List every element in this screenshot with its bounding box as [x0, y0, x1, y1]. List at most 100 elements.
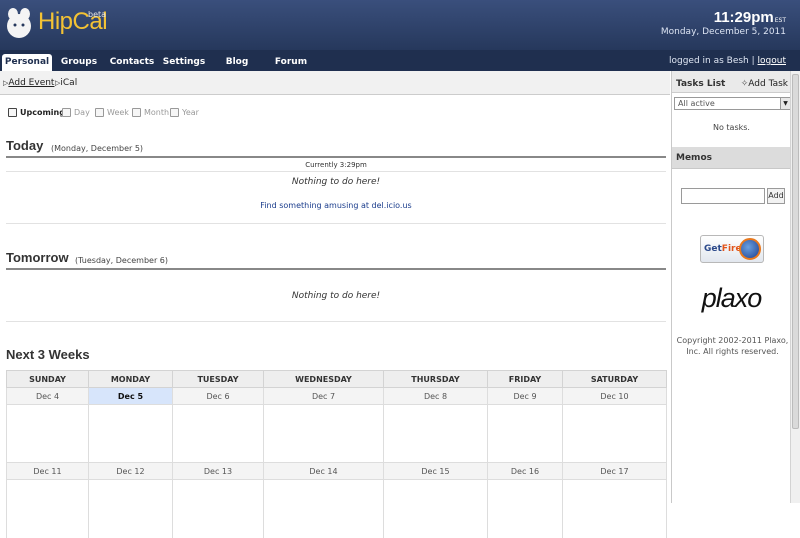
- tasks-header: Tasks List ✧Add Task: [672, 71, 791, 93]
- day-events-cell[interactable]: [487, 479, 563, 538]
- tab-settings[interactable]: Settings: [162, 54, 206, 71]
- get-firefox-badge[interactable]: GetFirefox: [700, 235, 764, 263]
- calendar-grid: SUNDAY MONDAY TUESDAY WEDNESDAY THURSDAY…: [6, 370, 667, 538]
- tab-blog[interactable]: Blog: [222, 54, 252, 71]
- date-cell[interactable]: Dec 6: [172, 387, 264, 405]
- date-cell[interactable]: Dec 10: [562, 387, 667, 405]
- tab-groups[interactable]: Groups: [56, 54, 102, 71]
- view-upcoming-label: Upcoming: [20, 108, 65, 117]
- divider: [6, 321, 666, 322]
- day-events-cell[interactable]: [263, 479, 384, 538]
- week-date-row: Dec 11 Dec 12 Dec 13 Dec 14 Dec 15 Dec 1…: [6, 462, 667, 480]
- add-task-label: Add Task: [748, 79, 788, 89]
- day-events-cell[interactable]: [562, 404, 667, 463]
- task-filter-value: All active: [678, 99, 715, 108]
- tomorrow-title: Tomorrow: [6, 250, 69, 265]
- week-events-row: [6, 404, 667, 463]
- clock: 11:29pmEST Monday, December 5, 2011: [661, 9, 786, 37]
- main-nav: Personal Groups Contacts Settings Blog F…: [0, 50, 800, 71]
- date-cell[interactable]: Dec 12: [88, 462, 173, 480]
- weekday-header: SATURDAY: [562, 370, 667, 388]
- tab-forum[interactable]: Forum: [272, 54, 310, 71]
- tomorrow-date: (Tuesday, December 6): [75, 256, 168, 265]
- plaxo-logo[interactable]: plaxo: [672, 283, 791, 314]
- action-toolbar: ▷Add Event ▷iCal: [0, 71, 670, 95]
- day-events-cell[interactable]: [562, 479, 667, 538]
- day-events-cell[interactable]: [172, 404, 264, 463]
- clock-time: 11:29pm: [713, 9, 774, 26]
- year-icon: [170, 108, 179, 117]
- date-cell[interactable]: Dec 17: [562, 462, 667, 480]
- date-cell-today[interactable]: Dec 5: [88, 387, 173, 405]
- tab-personal[interactable]: Personal: [2, 54, 52, 71]
- date-cell[interactable]: Dec 11: [6, 462, 89, 480]
- day-events-cell[interactable]: [88, 404, 173, 463]
- current-time: Currently 3:29pm: [305, 161, 367, 169]
- date-cell[interactable]: Dec 16: [487, 462, 563, 480]
- hipcal-logo-icon: [7, 8, 31, 38]
- firefox-badge-get: Get: [704, 244, 722, 254]
- weekday-header: FRIDAY: [487, 370, 563, 388]
- date-cell[interactable]: Dec 8: [383, 387, 488, 405]
- day-events-cell[interactable]: [172, 479, 264, 538]
- today-empty-message: Nothing to do here!: [291, 177, 381, 187]
- day-events-cell[interactable]: [487, 404, 563, 463]
- view-upcoming[interactable]: Upcoming: [8, 108, 65, 117]
- view-day-label: Day: [74, 108, 90, 117]
- login-text: logged in as Besh |: [668, 56, 755, 66]
- view-week-label: Week: [107, 108, 129, 117]
- delicious-link[interactable]: Find something amusing at del.icio.us: [260, 201, 411, 210]
- sidebar: Tasks List ✧Add Task All active ▼ No tas…: [671, 71, 791, 503]
- view-month[interactable]: Month: [132, 108, 169, 117]
- scrollbar-thumb[interactable]: [792, 74, 799, 429]
- add-event-link[interactable]: ▷Add Event: [3, 78, 54, 88]
- week-events-row: [6, 479, 667, 538]
- today-date: (Monday, December 5): [51, 144, 144, 153]
- date-cell[interactable]: Dec 7: [263, 387, 384, 405]
- memo-input[interactable]: [681, 188, 765, 204]
- task-filter-select[interactable]: All active ▼: [674, 97, 791, 110]
- upcoming-icon: [8, 108, 17, 117]
- day-events-cell[interactable]: [6, 404, 89, 463]
- memo-add-button[interactable]: Add: [767, 188, 785, 204]
- date-cell[interactable]: Dec 13: [172, 462, 264, 480]
- date-cell[interactable]: Dec 15: [383, 462, 488, 480]
- date-cell[interactable]: Dec 9: [487, 387, 563, 405]
- beta-badge: beta: [88, 10, 107, 19]
- day-events-cell[interactable]: [383, 479, 488, 538]
- weekday-header: THURSDAY: [383, 370, 488, 388]
- day-events-cell[interactable]: [263, 404, 384, 463]
- week-icon: [95, 108, 104, 117]
- day-events-cell[interactable]: [383, 404, 488, 463]
- memos-title: Memos: [676, 153, 712, 163]
- date-cell[interactable]: Dec 14: [263, 462, 384, 480]
- day-icon: [62, 108, 71, 117]
- weekday-header: SUNDAY: [6, 370, 89, 388]
- view-month-label: Month: [144, 108, 170, 117]
- login-status: logged in as Besh | logout: [669, 56, 786, 66]
- memos-header: Memos: [672, 147, 791, 169]
- tab-contacts[interactable]: Contacts: [108, 54, 156, 71]
- tasks-title: Tasks List: [676, 79, 726, 89]
- view-day[interactable]: Day: [62, 108, 90, 117]
- day-events-cell[interactable]: [6, 479, 89, 538]
- weeks-title: Next 3 Weeks: [6, 347, 90, 362]
- firefox-icon: [739, 238, 761, 260]
- ical-link[interactable]: ▷iCal: [55, 78, 77, 88]
- chevron-down-icon: ▼: [780, 98, 790, 109]
- weekday-header-row: SUNDAY MONDAY TUESDAY WEDNESDAY THURSDAY…: [6, 370, 667, 388]
- logout-link[interactable]: logout: [758, 56, 786, 66]
- add-task-button[interactable]: ✧Add Task: [741, 79, 788, 89]
- scrollbar[interactable]: [790, 71, 800, 503]
- view-year[interactable]: Year: [170, 108, 199, 117]
- view-week[interactable]: Week: [95, 108, 129, 117]
- today-divider: [6, 156, 666, 158]
- add-event-label: Add Event: [8, 78, 55, 88]
- weekday-header: MONDAY: [88, 370, 173, 388]
- day-events-cell[interactable]: [88, 479, 173, 538]
- divider: [6, 171, 666, 172]
- today-title: Today: [6, 138, 44, 153]
- week-date-row: Dec 4 Dec 5 Dec 6 Dec 7 Dec 8 Dec 9 Dec …: [6, 387, 667, 405]
- date-cell[interactable]: Dec 4: [6, 387, 89, 405]
- no-tasks-message: No tasks.: [713, 123, 750, 132]
